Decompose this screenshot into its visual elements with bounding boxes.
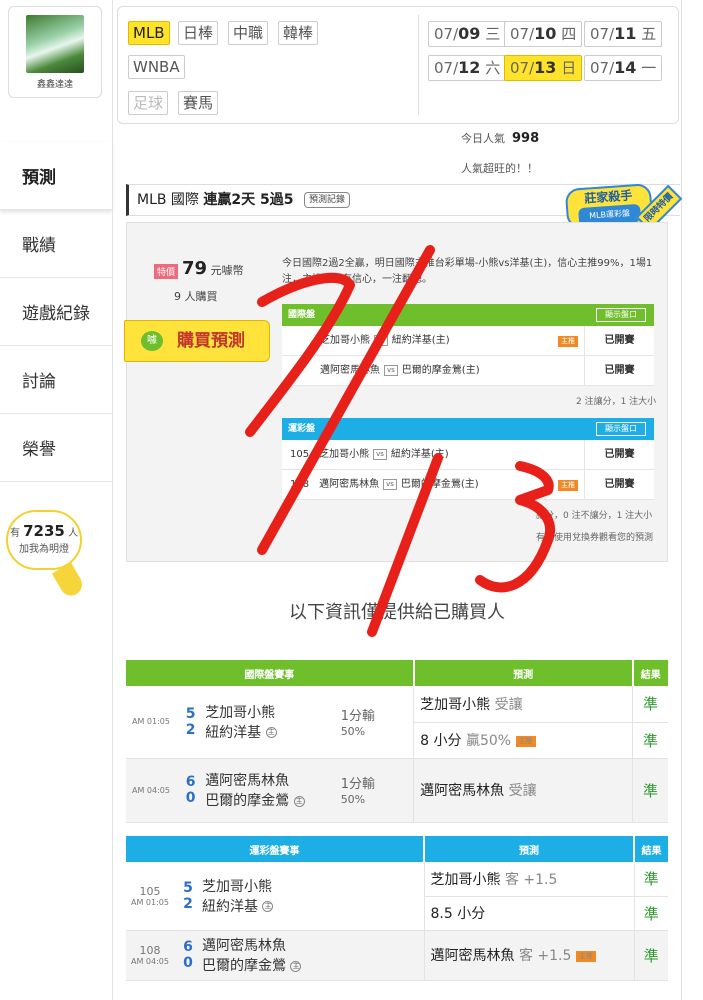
date-tab-0711[interactable]: 07/11 五 [584, 21, 663, 47]
lottery-odds-box: 運彩盤 顯示盤口 105 芝加哥小熊 vs 紐約洋基(主) 已開賽 108 邁阿密馬林魚… [282, 418, 654, 500]
buyers-count: 9 人購買 [174, 290, 218, 303]
prediction-description: 今日國際2過2全贏，明日國際主推台彩單場-小熊vs洋基(主)，信心主推99%，1… [282, 258, 653, 285]
nav-item-record[interactable]: 戰績 [0, 210, 112, 278]
table-row: 105 AM 01:05 52 芝加哥小熊 紐約洋基 主 芝加哥小熊 客 +1.5 … [126, 862, 668, 931]
purchase-notice: 以下資訊僅提供給已購買人 [289, 602, 505, 623]
league-tab-kbo[interactable]: 韓棒 [278, 21, 319, 45]
fans-count: 7235 [23, 522, 65, 540]
league-tab-npb[interactable]: 日棒 [178, 21, 219, 45]
fans-unit: 人 [68, 528, 79, 539]
list-item: 芝加哥小熊 vs 紐約洋基(主) 主推 已開賽 [282, 326, 654, 356]
league-tab-cpbl[interactable]: 中職 [228, 21, 269, 45]
show-odds-button[interactable]: 顯示盤口 [596, 422, 646, 436]
date-tab-0710[interactable]: 07/10 四 [504, 21, 583, 47]
follow-cta: 加我為明燈 [19, 544, 69, 555]
date-tab-0712[interactable]: 07/12 六 [428, 55, 507, 81]
nav-item-honor[interactable]: 榮譽 [0, 414, 112, 482]
sidebar: 鑫鑫達達 預測 戰績 遊戲紀錄 討論 榮譽 有 7235 人 加我為明燈 [0, 0, 112, 1000]
lottery-note: 讓分，0 注不讓分，1 注大小 [536, 511, 653, 521]
league-tab-mlb[interactable]: MLB [128, 21, 170, 45]
price: 特價 79 元噱幣 [154, 258, 244, 279]
divider [418, 15, 419, 115]
fans-prefix: 有 [9, 528, 20, 539]
table-header: 預測 [413, 660, 634, 686]
intl-note: 2 注讓分，1 注大小 [576, 397, 657, 407]
table-row: AM 04:05 60 邁阿密馬林魚 巴爾的摩金鶯 主 1分輸 50% 邁阿密馬林魚… [126, 758, 668, 823]
table-header: 運彩盤賽事 [126, 836, 425, 862]
sidebar-nav: 預測 戰績 遊戲紀錄 討論 榮譽 [0, 142, 112, 482]
nav-item-discussion[interactable]: 討論 [0, 346, 112, 414]
avatar-card[interactable]: 鑫鑫達達 [8, 6, 102, 98]
list-item: 108 邁阿密馬林魚 vs 巴爾的摩金鶯(主) 主推 已開賽 [282, 470, 654, 500]
table-row: 108 AM 04:05 60 邁阿密馬林魚 巴爾的摩金鶯 主 邁阿密馬林魚 客 +… [126, 930, 668, 981]
date-tab-0713[interactable]: 07/13 日 [504, 55, 583, 81]
intl-odds-header: 國際盤 顯示盤口 [282, 304, 654, 326]
lottery-odds-header: 運彩盤 顯示盤口 [282, 418, 654, 440]
league-tab-soccer[interactable]: 足球 [128, 91, 169, 115]
table-header: 結果 [632, 660, 668, 686]
nav-item-game-log[interactable]: 遊戲紀錄 [0, 278, 112, 346]
show-odds-button[interactable]: 顯示盤口 [596, 308, 646, 322]
league-tab-horse[interactable]: 賽馬 [178, 91, 219, 115]
avatar[interactable] [26, 15, 84, 73]
filter-panel: MLB 日棒 中職 韓棒 WNBA 足球 賽馬 07/09 三 07/10 四 … [117, 6, 679, 124]
follow-lightbulb[interactable]: 有 7235 人 加我為明燈 [6, 510, 82, 570]
league-tab-wnba[interactable]: WNBA [128, 55, 185, 79]
list-item: 邁阿密馬林魚 vs 巴爾的摩金鶯(主) 已開賽 [282, 356, 654, 386]
popularity-comment: 人氣超旺的！！ [461, 162, 538, 175]
redeem-note: 有人使用兌換券觀看您的預測 [536, 533, 654, 543]
date-tab-0714[interactable]: 07/14 一 [584, 55, 663, 81]
table-header: 結果 [634, 836, 668, 862]
intl-odds-box: 國際盤 顯示盤口 芝加哥小熊 vs 紐約洋基(主) 主推 已開賽 邁阿密馬林魚 vs 巴… [282, 304, 654, 386]
lottery-result-table: 運彩盤賽事 預測 結果 105 AM 01:05 52 芝加哥小熊 紐約洋基 主 芝… [126, 836, 668, 981]
table-row: AM 01:05 52 芝加哥小熊 紐約洋基 主 1分輸 50% 芝加哥小熊 受讓 … [126, 686, 668, 759]
table-header: 國際盤賽事 [126, 660, 415, 686]
list-item: 105 芝加哥小熊 vs 紐約洋基(主) 已開賽 [282, 440, 654, 470]
table-header: 預測 [424, 836, 635, 862]
popularity: 今日人氣 998 [461, 131, 540, 146]
intl-result-table: 國際盤賽事 預測 結果 AM 01:05 52 芝加哥小熊 紐約洋基 主 1分輸 5… [126, 660, 668, 823]
coin-icon: 噱 [141, 331, 163, 351]
buy-prediction-button[interactable]: 噱 購買預測 [124, 320, 270, 362]
record-button[interactable]: 預測記錄 [303, 192, 350, 208]
date-tab-0709[interactable]: 07/09 三 [428, 21, 507, 47]
nav-item-predict[interactable]: 預測 [0, 142, 112, 210]
username: 鑫鑫達達 [36, 80, 73, 90]
